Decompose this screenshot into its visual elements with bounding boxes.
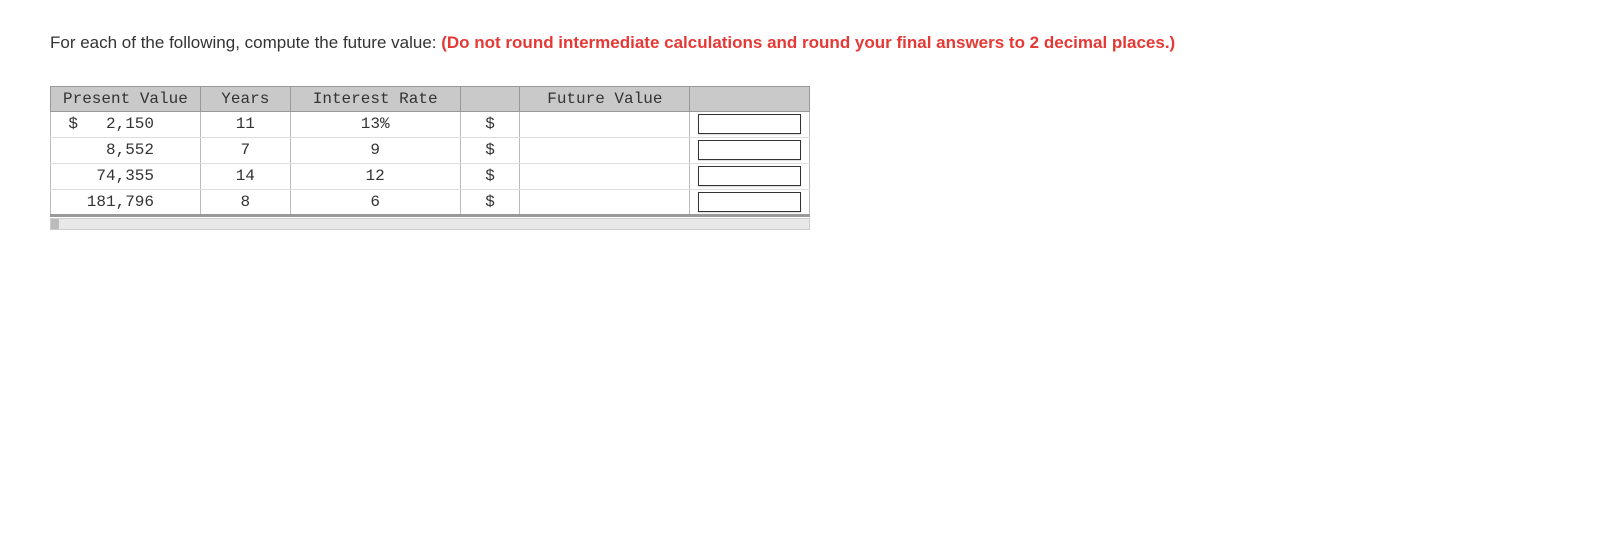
table-row: 8,552 7 9 $ [51,137,810,163]
future-value-input[interactable] [698,166,801,186]
future-value-input[interactable] [698,140,801,160]
cell-fv-symbol: $ [460,111,520,137]
cell-present-value: $2,150 [51,111,201,137]
cell-present-value: 74,355 [51,163,201,189]
scrollbar-thumb[interactable] [51,219,59,229]
cell-rate: 6 [290,189,460,215]
cell-rate: 12 [290,163,460,189]
cell-years: 8 [200,189,290,215]
cell-years: 11 [200,111,290,137]
pv-value: 181,796 [84,193,154,211]
pv-value: 2,150 [84,115,154,133]
table-row: 181,796 8 6 $ [51,189,810,215]
cell-years: 7 [200,137,290,163]
instructions-prefix: For each of the following, compute the f… [50,33,441,52]
instructions-text: For each of the following, compute the f… [50,30,1250,56]
header-interest-rate: Interest Rate [290,86,460,111]
cell-fv-blank [520,189,690,215]
cell-present-value: 8,552 [51,137,201,163]
cell-fv-input [690,137,810,163]
header-years: Years [200,86,290,111]
table-header-row: Present Value Years Interest Rate Future… [51,86,810,111]
cell-fv-blank [520,163,690,189]
pv-value: 8,552 [84,141,154,159]
table-container: Present Value Years Interest Rate Future… [50,86,810,230]
header-input-blank [690,86,810,111]
cell-fv-input [690,163,810,189]
cell-rate: 9 [290,137,460,163]
cell-fv-input [690,189,810,215]
horizontal-scrollbar[interactable] [50,218,810,230]
cell-rate: 13% [290,111,460,137]
cell-fv-symbol: $ [460,189,520,215]
future-value-table: Present Value Years Interest Rate Future… [50,86,810,217]
pv-value: 74,355 [84,167,154,185]
cell-fv-input [690,111,810,137]
cell-fv-blank [520,111,690,137]
table-row: 74,355 14 12 $ [51,163,810,189]
cell-fv-blank [520,137,690,163]
pv-symbol: $ [59,115,84,133]
cell-fv-symbol: $ [460,137,520,163]
table-row: $2,150 11 13% $ [51,111,810,137]
cell-years: 14 [200,163,290,189]
header-blank [460,86,520,111]
header-future-value: Future Value [520,86,690,111]
instructions-highlight: (Do not round intermediate calculations … [441,33,1175,52]
header-present-value: Present Value [51,86,201,111]
future-value-input[interactable] [698,192,801,212]
cell-fv-symbol: $ [460,163,520,189]
cell-present-value: 181,796 [51,189,201,215]
future-value-input[interactable] [698,114,801,134]
